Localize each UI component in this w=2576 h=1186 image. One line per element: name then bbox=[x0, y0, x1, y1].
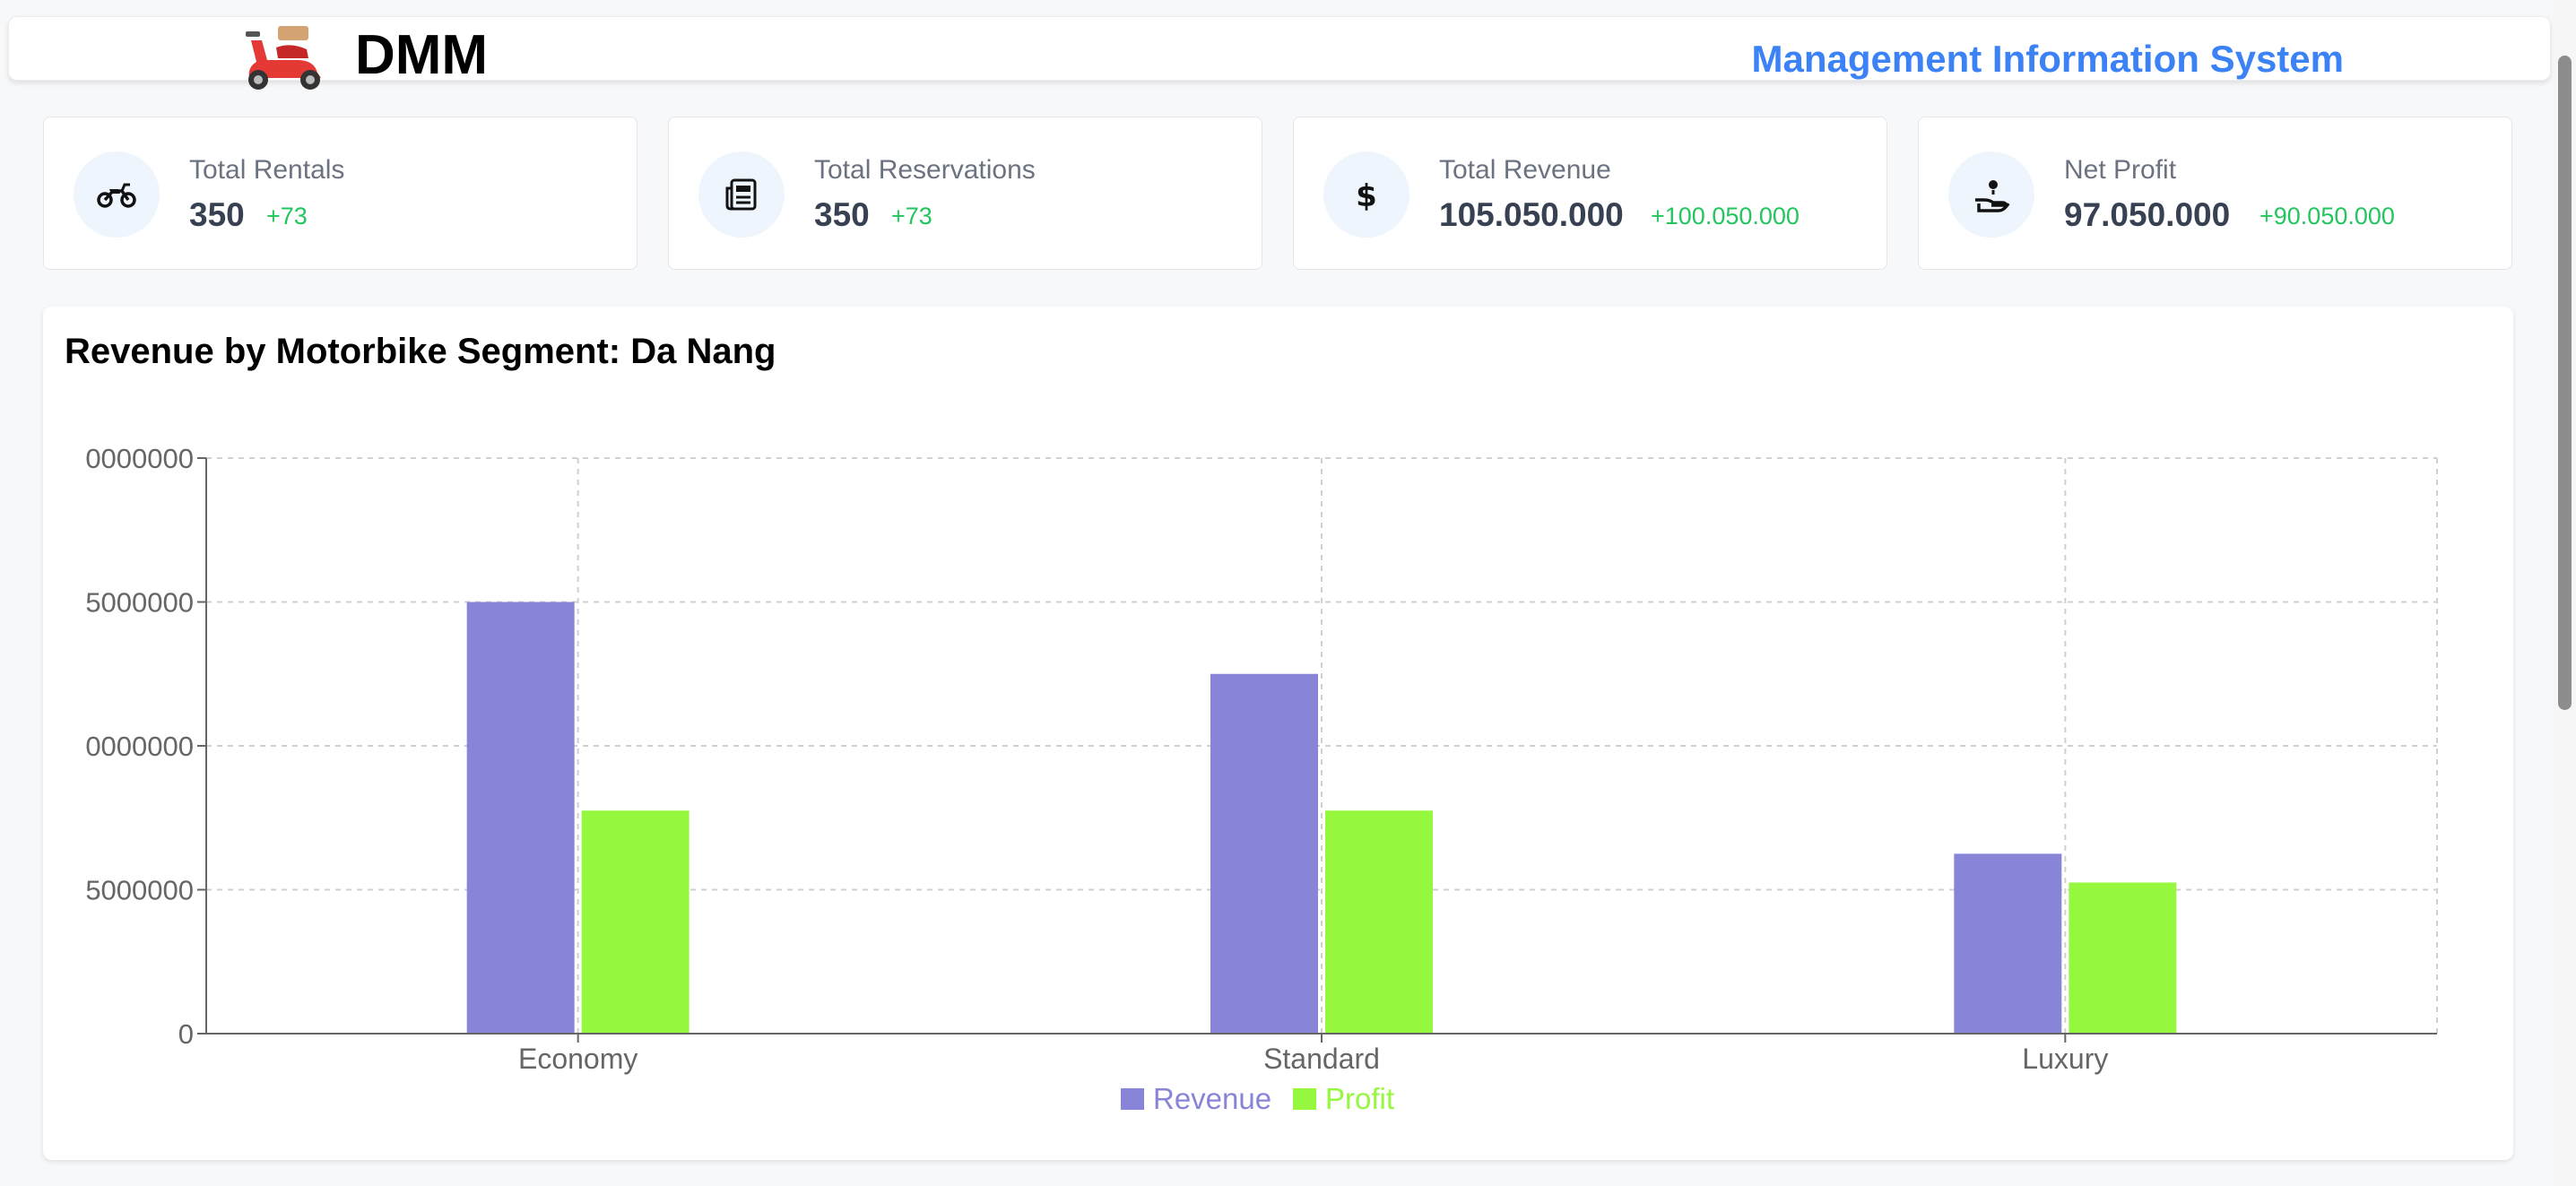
dollar-icon: $ bbox=[1323, 151, 1409, 238]
vertical-scrollbar[interactable] bbox=[2553, 0, 2576, 1186]
revenue-bar-chart: 0 5000000 0000000 5000000 0000000 Economy Stan… bbox=[85, 443, 2438, 1115]
stat-label: Total Revenue bbox=[1439, 155, 1611, 185]
newspaper-icon bbox=[698, 151, 785, 238]
x-tick-label: Economy bbox=[518, 1043, 637, 1075]
scooter-logo-icon bbox=[246, 26, 321, 90]
stat-value: 97.050.000 bbox=[2064, 196, 2231, 233]
stat-value: 350 bbox=[189, 196, 245, 233]
stat-value: 350 bbox=[814, 196, 870, 233]
bar-revenue-luxury[interactable] bbox=[1954, 853, 2062, 1034]
revenue-chart-card: Revenue by Motorbike Segment: Da Nang 05… bbox=[43, 307, 2513, 1160]
legend-label-profit[interactable]: Profit bbox=[1325, 1082, 1394, 1115]
logo-text[interactable]: DMM bbox=[355, 28, 488, 83]
stat-delta: +90.050.000 bbox=[2259, 203, 2395, 229]
stat-delta: +73 bbox=[266, 203, 308, 229]
y-tick-label: 5000000 bbox=[85, 587, 194, 619]
stat-card-total-revenue: $ Total Revenue 105.050.000 +100.050.000 bbox=[1293, 117, 1887, 270]
svg-text:$: $ bbox=[1356, 178, 1377, 212]
y-tick-label: 5000000 bbox=[85, 875, 194, 906]
bar-profit-luxury[interactable] bbox=[2069, 882, 2177, 1034]
stat-label: Total Reservations bbox=[814, 155, 1036, 185]
y-tick-label: 0000000 bbox=[85, 443, 194, 474]
stat-label: Total Rentals bbox=[189, 155, 345, 185]
bar-profit-standard[interactable] bbox=[1325, 810, 1433, 1034]
y-tick-label: 0 bbox=[178, 1018, 194, 1050]
bar-revenue-economy[interactable] bbox=[466, 602, 575, 1035]
y-tick-label: 0000000 bbox=[85, 731, 194, 762]
legend-swatch-profit bbox=[1293, 1088, 1316, 1110]
stat-delta: +100.050.000 bbox=[1651, 203, 1800, 229]
motorbike-icon bbox=[74, 151, 160, 238]
x-tick-label: Luxury bbox=[2022, 1043, 2108, 1075]
bar-revenue-standard[interactable] bbox=[1210, 673, 1318, 1034]
legend-label-revenue[interactable]: Revenue bbox=[1153, 1082, 1271, 1115]
stat-card-net-profit: Net Profit 97.050.000 +90.050.000 bbox=[1918, 117, 2512, 270]
stat-card-total-rentals: Total Rentals 350 +73 bbox=[43, 117, 637, 270]
hand-coin-icon bbox=[1948, 151, 2034, 238]
bar-profit-economy[interactable] bbox=[581, 810, 690, 1034]
app-header: DMM Management Information System bbox=[8, 16, 2551, 90]
x-tick-label: Standard bbox=[1263, 1043, 1380, 1075]
scrollbar-thumb[interactable] bbox=[2558, 56, 2572, 710]
stat-card-total-reservations: Total Reservations 350 +73 bbox=[668, 117, 1262, 270]
stat-value: 105.050.000 bbox=[1439, 196, 1624, 233]
page-title: Management Information System bbox=[1751, 38, 2344, 80]
legend-swatch-revenue bbox=[1121, 1088, 1144, 1110]
stat-label: Net Profit bbox=[2064, 155, 2177, 185]
stat-delta: +73 bbox=[891, 203, 932, 229]
